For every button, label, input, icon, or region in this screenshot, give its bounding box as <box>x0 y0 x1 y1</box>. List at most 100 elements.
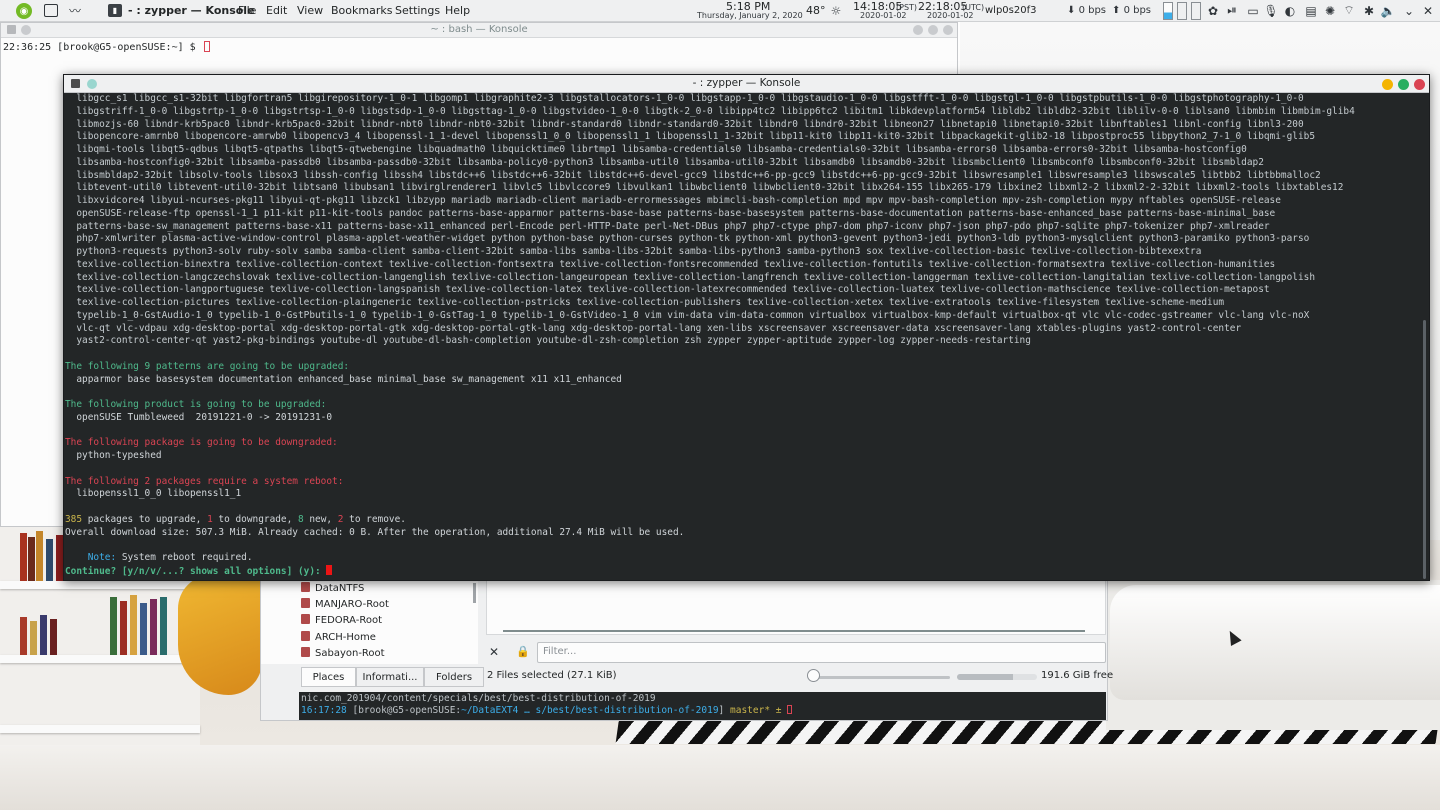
weather-temp[interactable]: 48° <box>806 4 826 17</box>
battery-icon[interactable]: ▭ <box>1246 3 1260 18</box>
book <box>20 617 27 655</box>
overview-icon[interactable] <box>44 4 58 17</box>
note-line: Note: System reboot required. <box>65 552 1417 565</box>
zoom-slider-handle[interactable] <box>806 669 820 682</box>
application-launcher-icon[interactable]: ◉ <box>16 3 32 19</box>
lock-icon[interactable]: 🔒 <box>516 645 530 658</box>
cpu-monitor-icon[interactable] <box>1163 2 1173 20</box>
menu-view[interactable]: View <box>297 4 323 17</box>
clipboard-icon[interactable]: ▤ <box>1304 3 1318 18</box>
summary-line: 385 packages to upgrade, 1 to downgrade,… <box>65 514 1417 527</box>
minimize-button[interactable] <box>913 25 923 35</box>
microphone-icon[interactable]: 🎙 <box>1263 3 1278 18</box>
bash-prompt-line[interactable]: 22:36:25 [brook@G5-openSUSE:~] $ <box>3 41 210 53</box>
book <box>120 601 127 655</box>
package-line: texlive-collection-langportuguese texliv… <box>65 284 1270 296</box>
network-interface[interactable]: wlp0s20f3 <box>985 5 1036 16</box>
task-title[interactable]: - : zypper — Konsole <box>128 4 255 17</box>
upload-rate: ⬆ 0 bps <box>1112 5 1152 16</box>
package-line: vlc-qt vlc-vdpau xdg-desktop-portal xdg-… <box>65 322 1242 334</box>
zypper-titlebar[interactable]: - : zypper — Konsole <box>64 75 1429 93</box>
place-manjaro-root[interactable]: MANJARO-Root <box>301 598 389 613</box>
kdeconnect-icon[interactable]: ◐ <box>1283 3 1297 18</box>
file-view[interactable] <box>486 579 1106 635</box>
minimize-button[interactable] <box>1382 79 1393 90</box>
package-line: libtevent-util0 libtevent-util0-32bit li… <box>65 182 1344 194</box>
package-line: python3-requests python3-solv ruby-solv … <box>65 246 1202 257</box>
close-button[interactable] <box>943 25 953 35</box>
place-label: DataNTFS <box>315 583 365 594</box>
book <box>160 597 167 655</box>
menu-edit[interactable]: Edit <box>266 4 287 17</box>
free-space-fill <box>957 674 1013 680</box>
shelf-board <box>0 655 200 663</box>
package-line: openSUSE-release-ftp openssl-1_1 p11-kit… <box>65 207 1276 219</box>
menu-settings[interactable]: Settings <box>395 4 440 17</box>
summary-text: packages to upgrade, <box>82 513 208 525</box>
places-scrollbar[interactable] <box>473 583 476 603</box>
maximize-button[interactable] <box>928 25 938 35</box>
place-arch-home[interactable]: ARCH-Home <box>301 631 376 646</box>
embedded-terminal[interactable]: nic.com_201904/content/specials/best/bes… <box>299 692 1106 720</box>
wifi-icon[interactable]: ⌔ <box>1342 3 1356 18</box>
close-icon[interactable]: ✕ <box>1421 3 1435 18</box>
place-sabayon-root[interactable]: Sabayon-Root <box>301 647 385 662</box>
package-line: libxvidcore4 libyui-ncurses-pkg11 libyui… <box>65 195 1281 206</box>
filter-input[interactable]: Filter... <box>537 642 1106 663</box>
tab-information[interactable]: Informati... <box>356 667 424 687</box>
pager-icon[interactable]: 〰 <box>67 3 83 18</box>
scrollbar-thumb[interactable] <box>1423 320 1426 579</box>
drive-icon <box>301 614 310 624</box>
memory-monitor-icon[interactable] <box>1177 2 1187 20</box>
download-size-line: Overall download size: 507.3 MiB. Alread… <box>65 526 685 538</box>
bluetooth-icon[interactable]: ✱ <box>1362 3 1376 18</box>
bash-titlebar[interactable]: ~ : bash — Konsole <box>1 23 957 38</box>
download-rate-value: 0 bps <box>1078 5 1107 16</box>
terminal-path: ~/DataEXT4 … s/best/best-distribution-of… <box>461 705 719 716</box>
close-icon[interactable]: ✕ <box>489 645 499 659</box>
patterns-header: The following 9 patterns are going to be… <box>65 360 350 372</box>
tab-places[interactable]: Places <box>301 667 356 687</box>
terminal-output[interactable]: libgcc_s1 libgcc_s1-32bit libgfortran5 l… <box>64 93 1417 580</box>
menu-file[interactable]: File <box>238 4 256 17</box>
swap-monitor-icon[interactable] <box>1191 2 1201 20</box>
summary-text: to remove. <box>343 513 406 525</box>
file-manager-window[interactable]: DataNTFS MANJARO-Root FEDORA-Root ARCH-H… <box>260 578 1113 721</box>
terminal-scrollbar[interactable] <box>1420 95 1428 579</box>
chevron-down-icon[interactable]: ⌄ <box>1402 3 1416 18</box>
media-player-icon[interactable]: ⏯ <box>1225 3 1239 18</box>
continue-line[interactable]: Continue? [y/n/v/...? shows all options]… <box>65 564 1417 579</box>
bash-prompt: 22:36:25 [brook@G5-openSUSE:~] $ <box>3 42 202 53</box>
package-line: libgcc_s1 libgcc_s1-32bit libgfortran5 l… <box>65 93 1304 104</box>
clock2-date: 2020-01-02 <box>860 11 907 20</box>
shelf-board <box>0 725 200 733</box>
volume-icon[interactable]: 🔈 <box>1381 3 1396 18</box>
close-button[interactable] <box>1414 79 1425 90</box>
book <box>20 533 27 581</box>
place-label: FEDORA-Root <box>315 615 383 626</box>
maximize-button[interactable] <box>1398 79 1409 90</box>
upload-rate-value: 0 bps <box>1123 5 1152 16</box>
zypper-konsole-window[interactable]: - : zypper — Konsole libgcc_s1 libgcc_s1… <box>63 74 1430 581</box>
brightness-icon[interactable]: ✺ <box>1323 3 1337 18</box>
zoom-slider-track[interactable] <box>810 676 950 679</box>
horizontal-scrollbar[interactable] <box>503 630 1085 632</box>
book <box>140 603 147 655</box>
note-label: Note: <box>65 552 117 563</box>
menu-bookmarks[interactable]: Bookmarks <box>331 4 392 17</box>
wallpaper-couch <box>1110 585 1440 700</box>
book <box>110 597 117 655</box>
place-label: Sabayon-Root <box>315 648 385 659</box>
selection-status: 2 Files selected (27.1 KiB) <box>487 670 617 681</box>
package-line: typelib-1_0-GstAudio-1_0 typelib-1_0-Gst… <box>65 309 1310 321</box>
free-space-bar <box>957 674 1037 680</box>
weather-icon[interactable]: ✿ <box>1206 3 1220 18</box>
menu-help[interactable]: Help <box>445 4 470 17</box>
place-fedora-root[interactable]: FEDORA-Root <box>301 614 382 629</box>
place-datantfs[interactable]: DataNTFS <box>301 582 364 597</box>
places-panel: DataNTFS MANJARO-Root FEDORA-Root ARCH-H… <box>261 579 478 664</box>
tab-folders[interactable]: Folders <box>424 667 484 687</box>
konsole-task-icon: ▮ <box>108 4 122 17</box>
